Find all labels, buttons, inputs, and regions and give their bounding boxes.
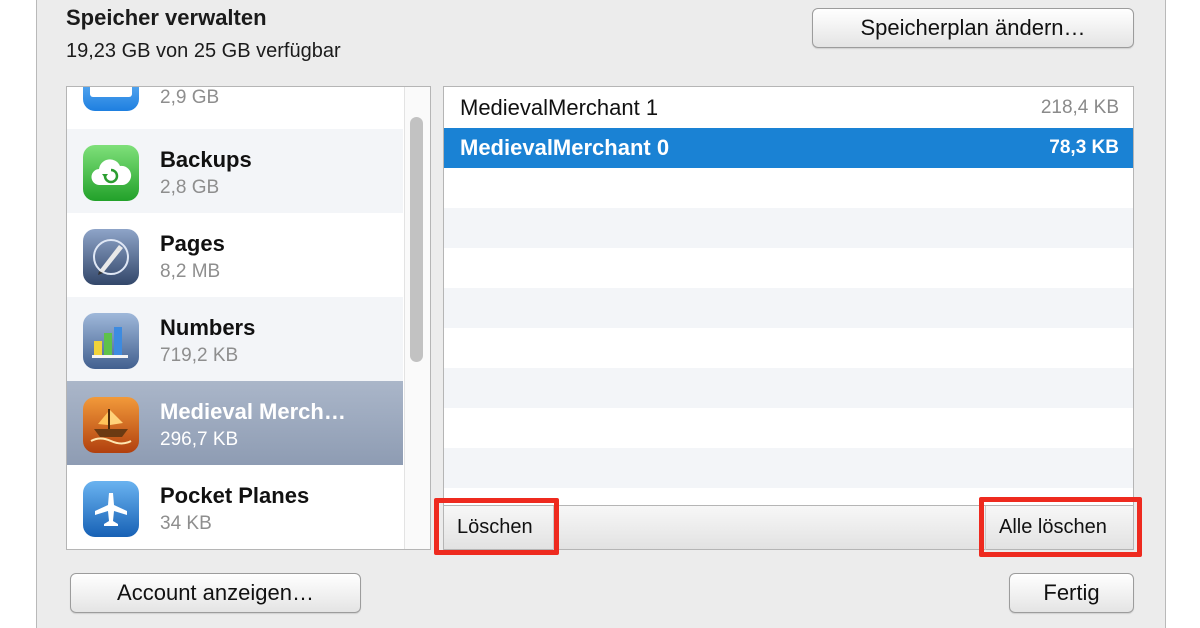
empty-row: [444, 448, 1133, 488]
app-size: 34 KB: [160, 513, 212, 534]
app-size: 719,2 KB: [160, 345, 239, 366]
icloud-backup-icon: [83, 145, 139, 201]
change-storage-plan-button[interactable]: Speicherplan ändern…: [812, 8, 1134, 48]
numbers-icon: [83, 313, 139, 369]
list-item[interactable]: Pages 8,2 MB: [67, 213, 403, 297]
empty-row: [444, 168, 1133, 208]
app-size: 296,7 KB: [160, 429, 239, 450]
list-item[interactable]: Medieval Merch… 296,7 KB: [67, 381, 403, 465]
app-name: Pages: [160, 231, 225, 256]
pages-icon: [83, 229, 139, 285]
table-row[interactable]: MedievalMerchant 1 218,4 KB: [444, 88, 1133, 128]
table-row[interactable]: MedievalMerchant 0 78,3 KB: [444, 128, 1133, 168]
file-size: 218,4 KB: [1040, 97, 1119, 118]
empty-row: [444, 368, 1133, 408]
file-name: MedievalMerchant 0: [460, 135, 670, 160]
list-item[interactable]: Backups 2,8 GB: [67, 129, 403, 213]
medieval-merchant-icon: [83, 397, 139, 453]
show-account-button[interactable]: Account anzeigen…: [70, 573, 361, 613]
empty-row: [444, 288, 1133, 328]
empty-row: [444, 248, 1133, 288]
app-size: 2,9 GB: [160, 87, 220, 108]
empty-row: [444, 328, 1133, 368]
file-list[interactable]: MedievalMerchant 1 218,4 KB MedievalMerc…: [443, 86, 1134, 506]
dialog-title: Speicher verwalten: [66, 5, 267, 30]
app-name: Medieval Merch…: [160, 399, 346, 424]
mail-icon: [83, 87, 139, 111]
empty-row: [444, 208, 1133, 248]
pocket-planes-icon: [83, 481, 139, 537]
list-item[interactable]: Numbers 719,2 KB: [67, 297, 403, 381]
app-size: 2,8 GB: [160, 177, 220, 198]
done-button[interactable]: Fertig: [1009, 573, 1134, 613]
highlight-box: [979, 497, 1142, 557]
empty-row: [444, 408, 1133, 448]
scrollbar-thumb[interactable]: [410, 117, 423, 362]
app-name: Backups: [160, 147, 252, 172]
storage-available-text: 19,23 GB von 25 GB verfügbar: [66, 40, 341, 62]
file-name: MedievalMerchant 1: [460, 95, 659, 120]
list-item[interactable]: 2,9 GB: [67, 87, 403, 123]
highlight-box: [434, 498, 559, 555]
app-name: Pocket Planes: [160, 483, 310, 508]
list-item[interactable]: Pocket Planes 34 KB: [67, 465, 403, 549]
file-size: 78,3 KB: [1049, 137, 1119, 158]
app-list[interactable]: 2,9 GB Backups 2,8 GB Pages 8,2 MB Numbe…: [66, 86, 431, 550]
app-size: 8,2 MB: [160, 261, 221, 282]
app-name: Numbers: [160, 315, 256, 340]
